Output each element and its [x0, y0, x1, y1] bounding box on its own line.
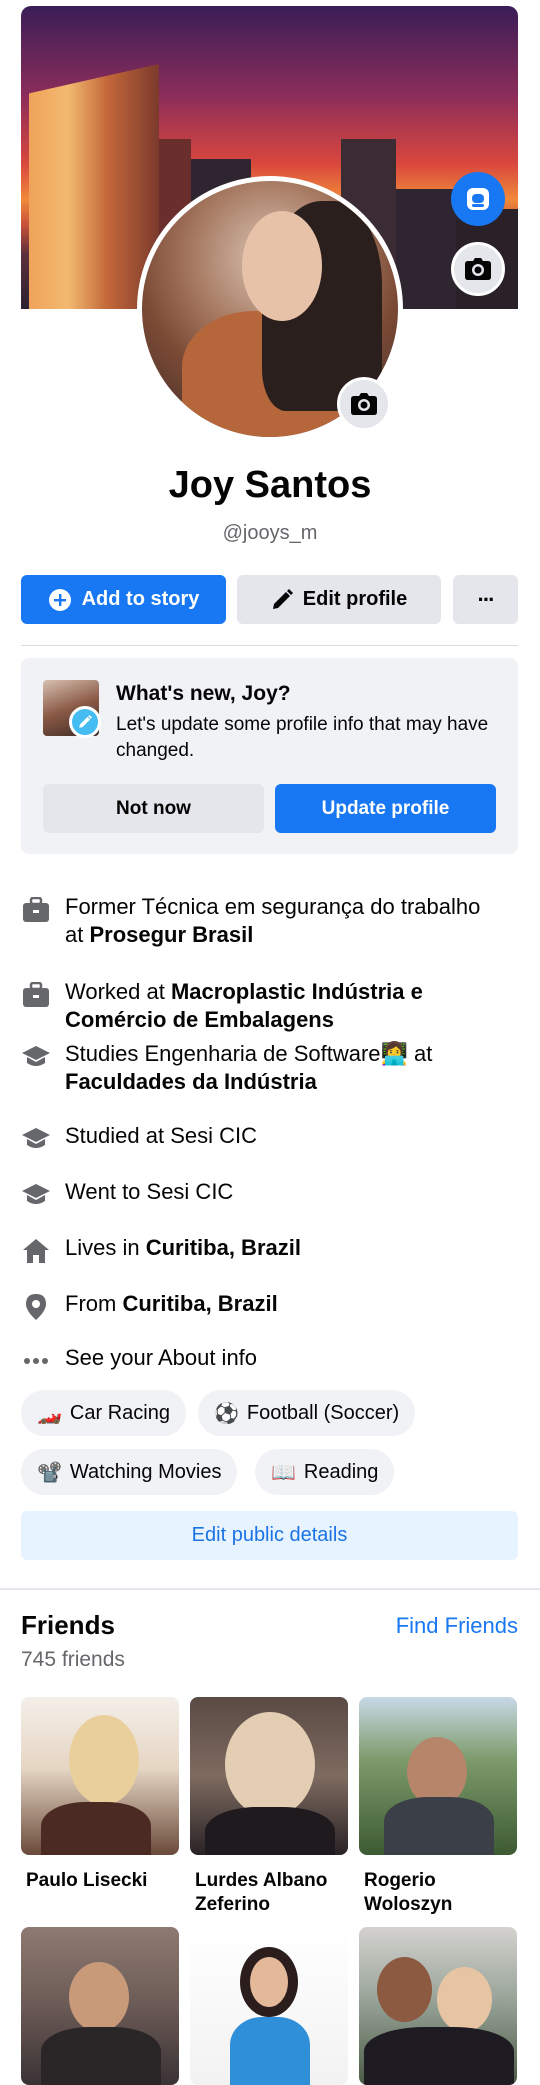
more-dots-icon: [21, 1346, 51, 1376]
cover-building: [29, 64, 159, 309]
friend-card[interactable]: [21, 1927, 179, 2085]
friend-card[interactable]: Lurdes Albano Zeferino: [190, 1697, 348, 1917]
see-about-info[interactable]: See your About info: [21, 1344, 501, 1376]
home-icon: [21, 1236, 51, 1266]
info-bold[interactable]: Prosegur Brasil: [89, 922, 253, 947]
info-item-work[interactable]: Worked at Macroplastic Indústria e Comér…: [21, 978, 501, 1034]
add-to-story-button[interactable]: Add to story: [21, 575, 226, 624]
friend-name[interactable]: Rogerio Woloszyn: [359, 1869, 517, 1917]
hobby-emoji: 📖: [271, 1461, 296, 1484]
find-friends-link[interactable]: Find Friends: [350, 1613, 518, 1639]
info-text: Went to Sesi CIC: [65, 1179, 234, 1204]
friend-photo-detail: [250, 1957, 288, 2007]
friends-count: 745 friends: [21, 1648, 125, 1671]
graduation-cap-icon: [21, 1124, 51, 1154]
edit-badge: [69, 706, 101, 738]
info-item-lives-in[interactable]: Lives in Curitiba, Brazil: [21, 1234, 501, 1266]
add-to-story-label: Add to story: [81, 588, 200, 610]
info-item-education[interactable]: Studied at Sesi CIC: [21, 1122, 501, 1154]
hobby-emoji: 📽️: [37, 1461, 62, 1484]
update-profile-button[interactable]: Update profile: [275, 784, 496, 833]
info-item-education[interactable]: Studies Engenharia de Software👩‍💻 at Fac…: [21, 1040, 501, 1096]
friend-card[interactable]: Paulo Lisecki: [21, 1697, 179, 1893]
hobby-chip[interactable]: 📖 Reading: [255, 1449, 395, 1495]
info-text: Lives in: [65, 1235, 146, 1260]
avatar-frame-icon: [467, 188, 489, 210]
friend-photo-detail: [225, 1712, 315, 1817]
info-text: Worked at: [65, 979, 171, 1004]
friend-photo-detail: [377, 1957, 432, 2022]
friend-photo-detail: [69, 1962, 129, 2032]
friend-photo-detail: [69, 1715, 139, 1805]
friend-photo-detail: [437, 1967, 492, 2032]
info-text: Studies Engenharia de Software👩‍💻 at: [65, 1041, 433, 1066]
more-options-button[interactable]: ···: [453, 575, 518, 624]
card-title: What's new, Joy?: [116, 682, 291, 705]
card-description: Let's update some profile info that may …: [116, 714, 489, 761]
briefcase-icon: [21, 980, 51, 1010]
change-cover-button[interactable]: [451, 242, 505, 296]
location-pin-icon: [21, 1292, 51, 1322]
hobby-chip[interactable]: 📽️ Watching Movies: [21, 1449, 238, 1495]
info-item-work[interactable]: Former Técnica em segurança do trabalho …: [21, 893, 501, 949]
friend-card[interactable]: [190, 1927, 348, 2085]
hobby-emoji: 🏎️: [37, 1402, 62, 1425]
profile-handle: @jooys_m: [222, 522, 318, 544]
friend-photo[interactable]: [21, 1697, 179, 1855]
info-item-from[interactable]: From Curitiba, Brazil: [21, 1290, 501, 1322]
info-item-education[interactable]: Went to Sesi CIC: [21, 1178, 501, 1210]
friend-photo-detail: [230, 2017, 310, 2085]
plus-circle-icon: [48, 588, 71, 611]
friend-card[interactable]: Rogerio Woloszyn: [359, 1697, 517, 1917]
hobby-chip[interactable]: ⚽ Football (Soccer): [198, 1390, 416, 1436]
info-text: See your About info: [65, 1345, 258, 1370]
friend-photo-detail: [205, 1807, 335, 1855]
hobby-chip[interactable]: 🏎️ Car Racing: [21, 1390, 186, 1436]
section-divider: [0, 1588, 540, 1590]
info-text: Studied at Sesi CIC: [65, 1123, 257, 1148]
friend-photo-detail: [364, 2027, 514, 2085]
hobby-emoji: ⚽: [214, 1402, 239, 1425]
more-dots-icon: ···: [477, 586, 496, 612]
info-bold[interactable]: Curitiba, Brazil: [122, 1291, 277, 1316]
friend-photo[interactable]: [190, 1697, 348, 1855]
friend-photo-detail: [41, 2027, 161, 2085]
pencil-icon: [272, 588, 293, 609]
friend-name[interactable]: Paulo Lisecki: [21, 1869, 179, 1893]
hobby-label: Watching Movies: [69, 1460, 222, 1483]
friend-name[interactable]: Lurdes Albano Zeferino: [190, 1869, 348, 1917]
friends-title: Friends: [21, 1610, 115, 1640]
friend-photo[interactable]: [21, 1927, 179, 2085]
cover-building: [396, 189, 456, 309]
edit-public-details-button[interactable]: Edit public details: [21, 1511, 518, 1560]
hobby-label: Car Racing: [69, 1401, 170, 1424]
profile-name: Joy Santos: [168, 464, 372, 506]
graduation-cap-icon: [21, 1180, 51, 1210]
hobby-label: Reading: [303, 1460, 379, 1483]
pencil-icon: [79, 715, 92, 728]
info-text: From: [65, 1291, 123, 1316]
info-bold[interactable]: Curitiba, Brazil: [146, 1235, 301, 1260]
friend-photo[interactable]: [359, 1697, 517, 1855]
hobby-label: Football (Soccer): [246, 1401, 400, 1424]
info-bold[interactable]: Faculdades da Indústria: [65, 1069, 317, 1094]
friend-photo[interactable]: [359, 1927, 517, 2085]
camera-icon: [465, 258, 491, 280]
not-now-button[interactable]: Not now: [43, 784, 264, 833]
edit-profile-button[interactable]: Edit profile: [237, 575, 441, 624]
divider: [21, 645, 518, 646]
change-profile-picture-button[interactable]: [337, 377, 391, 431]
friend-photo-detail: [384, 1797, 494, 1855]
graduation-cap-icon: [21, 1042, 51, 1072]
camera-icon: [351, 393, 377, 415]
edit-profile-label: Edit profile: [302, 588, 408, 610]
friend-card[interactable]: [359, 1927, 517, 2085]
briefcase-icon: [21, 895, 51, 925]
profile-update-card: What's new, Joy? Let's update some profi…: [21, 658, 518, 854]
friend-photo[interactable]: [190, 1927, 348, 2085]
avatar-frame-button[interactable]: [451, 172, 505, 226]
friend-photo-detail: [41, 1802, 151, 1855]
profile-picture-detail: [242, 211, 322, 321]
